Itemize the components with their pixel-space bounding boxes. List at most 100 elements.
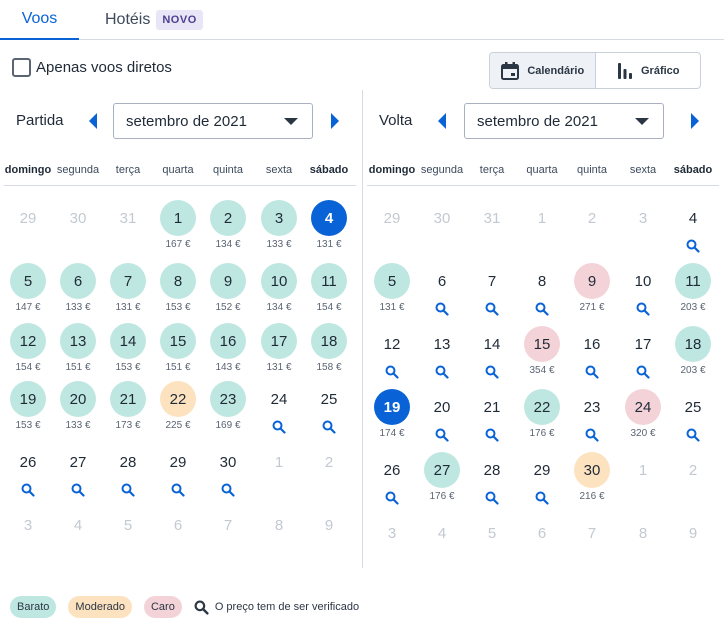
calendar-day[interactable]: 23 (567, 389, 617, 447)
calendar-day[interactable]: 13 151 € (53, 323, 103, 381)
weekday-label: sábado (673, 164, 713, 176)
search-icon[interactable] (385, 365, 399, 379)
calendar-day[interactable]: 25 (304, 381, 354, 439)
calendar-day[interactable]: 26 (367, 452, 417, 510)
calendar-day[interactable]: 11 154 € (304, 263, 354, 321)
calendar-day[interactable]: 5 131 € (367, 263, 417, 321)
calendar-day[interactable]: 6 133 € (53, 263, 103, 321)
calendar-day[interactable]: 28 (103, 444, 153, 502)
search-icon[interactable] (535, 491, 549, 505)
calendar-day[interactable]: 29 (153, 444, 203, 502)
search-icon[interactable] (636, 302, 650, 316)
calendar-day[interactable]: 18 158 € (304, 323, 354, 381)
search-icon[interactable] (71, 483, 85, 497)
search-icon[interactable] (21, 483, 35, 497)
calendar-day[interactable]: 8 (517, 263, 567, 321)
calendar-day[interactable]: 24 320 € (618, 389, 668, 447)
direct-flights-filter[interactable]: Apenas voos diretos (12, 58, 172, 77)
calendar-day[interactable]: 21 173 € (103, 381, 153, 439)
calendar-day[interactable]: 24 (254, 381, 304, 439)
search-icon[interactable] (272, 420, 286, 434)
calendar-day[interactable]: 20 (417, 389, 467, 447)
search-icon[interactable] (435, 428, 449, 442)
calendar-day[interactable]: 25 (668, 389, 718, 447)
search-icon[interactable] (485, 428, 499, 442)
previous-month-arrow-icon[interactable] (86, 112, 100, 130)
search-icon[interactable] (435, 302, 449, 316)
tab-hoteis[interactable]: Hotéis NOVO (105, 0, 203, 40)
previous-month-arrow-icon[interactable] (435, 112, 449, 130)
calendar-day[interactable]: 9 152 € (203, 263, 253, 321)
calendar-day[interactable]: 4 (668, 200, 718, 258)
calendar-day[interactable]: 21 (467, 389, 517, 447)
day-price: 271 € (579, 302, 605, 313)
search-icon[interactable] (435, 365, 449, 379)
search-icon[interactable] (585, 428, 599, 442)
calendar-day[interactable]: 10 (618, 263, 668, 321)
day-price: 154 € (15, 362, 41, 373)
calendar-view-button[interactable]: Calendário (490, 53, 596, 88)
calendar-day[interactable]: 16 (567, 326, 617, 384)
search-icon[interactable] (385, 491, 399, 505)
calendar-day[interactable]: 5 147 € (3, 263, 53, 321)
search-icon[interactable] (121, 483, 135, 497)
calendar-day[interactable]: 27 176 € (417, 452, 467, 510)
calendar-day[interactable]: 11 203 € (668, 263, 718, 321)
search-icon[interactable] (585, 365, 599, 379)
calendar-day[interactable]: 15 151 € (153, 323, 203, 381)
calendar-day[interactable]: 7 131 € (103, 263, 153, 321)
day-number: 29 (383, 209, 401, 227)
calendar-day[interactable]: 2 134 € (203, 200, 253, 258)
calendar-day[interactable]: 22 225 € (153, 381, 203, 439)
calendar-day[interactable]: 19 174 € (367, 389, 417, 447)
search-icon[interactable] (221, 483, 235, 497)
calendar-day[interactable]: 30 (203, 444, 253, 502)
departure-month-select[interactable]: setembro de 2021 (113, 103, 313, 139)
calendar-day[interactable]: 12 (367, 326, 417, 384)
calendar-day[interactable]: 20 133 € (53, 381, 103, 439)
search-icon[interactable] (485, 365, 499, 379)
direct-flights-checkbox[interactable] (12, 58, 31, 77)
calendar-day[interactable]: 8 153 € (153, 263, 203, 321)
calendar-day[interactable]: 30 216 € (567, 452, 617, 510)
calendar-day[interactable]: 10 134 € (254, 263, 304, 321)
calendar-day[interactable]: 13 (417, 326, 467, 384)
search-icon[interactable] (686, 239, 700, 253)
calendar-day[interactable]: 3 133 € (254, 200, 304, 258)
chart-view-button[interactable]: Gráfico (596, 53, 701, 88)
search-icon[interactable] (485, 302, 499, 316)
search-icon[interactable] (171, 483, 185, 497)
calendar-day[interactable]: 29 (517, 452, 567, 510)
search-icon[interactable] (636, 365, 650, 379)
calendar-day[interactable]: 14 153 € (103, 323, 153, 381)
calendar-day[interactable]: 17 131 € (254, 323, 304, 381)
calendar-day[interactable]: 28 (467, 452, 517, 510)
calendar-day[interactable]: 17 (618, 326, 668, 384)
calendar-day[interactable]: 22 176 € (517, 389, 567, 447)
calendar-day[interactable]: 6 (417, 263, 467, 321)
next-month-arrow-icon[interactable] (328, 112, 342, 130)
tab-voos[interactable]: Voos (0, 0, 79, 40)
calendar-day[interactable]: 23 169 € (203, 381, 253, 439)
search-icon[interactable] (485, 491, 499, 505)
next-month-arrow-icon[interactable] (688, 112, 702, 130)
calendar-day[interactable]: 15 354 € (517, 326, 567, 384)
calendar-day[interactable]: 1 167 € (153, 200, 203, 258)
search-icon[interactable] (322, 420, 336, 434)
calendar-day[interactable]: 7 (467, 263, 517, 321)
day-price: 354 € (529, 365, 555, 376)
calendar-day[interactable]: 14 (467, 326, 517, 384)
search-icon[interactable] (535, 302, 549, 316)
calendar-day[interactable]: 9 271 € (567, 263, 617, 321)
calendar-day[interactable]: 19 153 € (3, 381, 53, 439)
return-month-select[interactable]: setembro de 2021 (464, 103, 664, 139)
calendar-day[interactable]: 27 (53, 444, 103, 502)
search-icon[interactable] (686, 428, 700, 442)
calendar-day-outside-month: 31 (103, 200, 153, 258)
calendar-day[interactable]: 4 131 € (304, 200, 354, 258)
weekday-label: terça (479, 164, 505, 176)
calendar-day[interactable]: 16 143 € (203, 323, 253, 381)
calendar-day[interactable]: 26 (3, 444, 53, 502)
calendar-day[interactable]: 12 154 € (3, 323, 53, 381)
calendar-day[interactable]: 18 203 € (668, 326, 718, 384)
